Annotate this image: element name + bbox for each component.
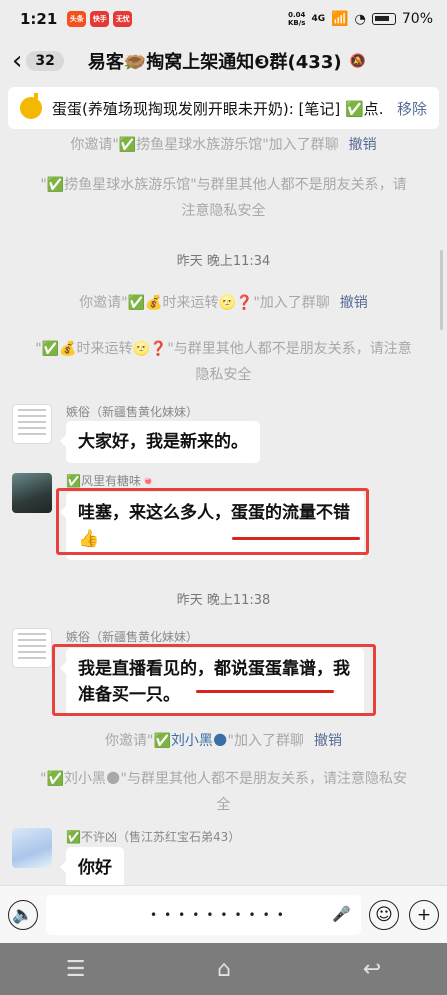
plus-icon[interactable]: + (409, 899, 439, 930)
highlight-box (52, 644, 376, 716)
app-badge-icon: 无忧 (113, 11, 133, 27)
remove-pinned-button[interactable]: 移除 (397, 98, 427, 119)
mic-icon[interactable]: 🎤 (332, 905, 351, 923)
sender-name: 嫉俗（新疆售黄化妹妹） (66, 405, 199, 419)
pinned-message-bar[interactable]: 蛋蛋(养殖场现掏现发刚开眼未开奶): [笔记] ✅点… 移除 (8, 87, 439, 129)
timestamp: 昨天 晚上11:34 (176, 254, 271, 269)
system-nav-bar: ☰ ⌂ ↩ (0, 943, 447, 995)
timestamp: 昨天 晚上11:38 (176, 593, 271, 608)
back-icon[interactable]: ‹ (12, 46, 22, 76)
status-bar: 1:21 头条 快手 无忧 0.04 KB/s 4G 📶 ◔ 70% (0, 0, 447, 38)
highlight-box (56, 488, 369, 555)
system-message-invite: 你邀请"✅💰时来运转🌝❓"加入了群聊 撤销 (79, 295, 368, 311)
menu-icon[interactable]: ☰ (66, 957, 86, 982)
undo-invite-link[interactable]: 撤销 (340, 295, 368, 311)
mute-bell-icon: 🔕 (349, 53, 366, 69)
pinned-message-icon (20, 93, 42, 119)
chat-title[interactable]: 易客🪹掏窝上架通知❸群(433) (88, 48, 342, 74)
status-time: 1:21 (20, 10, 58, 28)
avatar[interactable] (12, 628, 52, 668)
message-bubble[interactable]: 你好 (60, 847, 124, 885)
home-icon[interactable]: ⌂ (217, 957, 231, 982)
pinned-message-text[interactable]: 蛋蛋(养殖场现掏现发刚开眼未开奶): [笔记] ✅点… (52, 98, 385, 119)
avatar[interactable] (12, 473, 52, 513)
status-indicators: 0.04 KB/s 4G 📶 ◔ 70% (288, 11, 433, 27)
undo-invite-link[interactable]: 撤销 (314, 733, 342, 749)
input-bar: 🔈 🎤 ☺ + •••••••••• (0, 885, 447, 943)
network-type: 4G (311, 14, 326, 24)
avatar[interactable] (12, 828, 52, 868)
system-message-privacy: "✅💰时来运转🌝❓"与群里其他人都不是朋友关系，请注意隐私安全 (35, 341, 412, 383)
battery-percent: 70% (401, 11, 433, 27)
system-message-invite: 你邀请"✅刘小黑🌑"加入了群聊 撤销 (105, 733, 342, 749)
underline-mark (196, 690, 334, 693)
avatar[interactable] (12, 404, 52, 444)
message-bubble[interactable]: 大家好，我是新来的。 (60, 421, 260, 463)
sender-name: ✅风里有糖味🍬 (66, 474, 156, 488)
battery-icon (371, 13, 396, 25)
back-nav-icon[interactable]: ↩ (363, 957, 381, 982)
system-message-invite: 你邀请"✅捞鱼星球水族游乐馆"加入了群聊 撤销 (70, 137, 377, 153)
unread-count-badge[interactable]: 32 (26, 51, 64, 71)
chat-area[interactable]: 你邀请"✅捞鱼星球水族游乐馆"加入了群聊 撤销 "✅捞鱼星球水族游乐馆"与群里其他… (0, 130, 447, 885)
system-message-privacy: "✅刘小黑🌑"与群里其他人都不是朋友关系，请注意隐私安全 (40, 771, 407, 813)
chat-header: ‹ 32 易客🪹掏窝上架通知❸群(433) 🔕 (0, 38, 447, 84)
sender-name: 嫉俗（新疆售黄化妹妹） (66, 630, 199, 644)
voice-icon[interactable]: 🔈 (8, 899, 38, 930)
emoji-icon[interactable]: ☺ (369, 899, 399, 930)
net-speed: 0.04 KB/s (287, 11, 306, 27)
toutiao-icon: 头条 (67, 11, 87, 27)
kuaishou-icon: 快手 (90, 11, 110, 27)
undo-invite-link[interactable]: 撤销 (349, 137, 377, 153)
signal-icon: 📶 (331, 11, 349, 27)
sender-name: ✅不许凶（售江苏红宝石弟43） (66, 830, 241, 844)
wifi-icon: ◔ (354, 11, 366, 27)
page-indicator-dots: •••••••••• (150, 908, 291, 922)
underline-mark (232, 537, 360, 540)
system-message-privacy: "✅捞鱼星球水族游乐馆"与群里其他人都不是朋友关系，请注意隐私安全 (40, 177, 407, 219)
